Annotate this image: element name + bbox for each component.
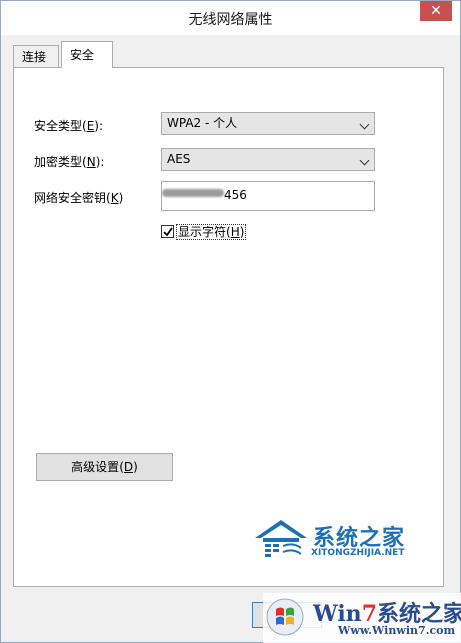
title-bar[interactable]: 无线网络属性 ✕ [1,1,460,35]
dialog-window: 无线网络属性 ✕ 连接 安全 安全类型(E): WPA2 - 个人 加密类型(N… [0,0,461,643]
network-key-input[interactable]: 456 [161,181,375,211]
close-button[interactable]: ✕ [420,1,452,21]
security-panel: 安全类型(E): WPA2 - 个人 加密类型(N): AES 网络安全密钥(K… [13,67,444,587]
windows-logo-icon [266,598,304,636]
network-key-label: 网络安全密钥(K) [34,191,124,205]
close-icon: ✕ [430,3,442,19]
encryption-type-dropdown[interactable]: AES [161,148,375,171]
network-key-value: 456 [224,188,247,202]
window-title: 无线网络属性 [188,12,273,28]
show-chars-checkbox[interactable] [161,225,174,238]
house-logo-icon [255,520,307,557]
win7-url: Www.Winwin7.com [338,624,456,637]
show-chars-label[interactable]: 显示字符(H) [176,224,247,240]
security-type-dropdown[interactable]: WPA2 - 个人 [161,112,375,135]
winwin7-watermark: Win7系统之家 Www.Winwin7.com [263,593,461,643]
chevron-down-icon [359,155,370,166]
security-type-label: 安全类型(E): [34,119,104,133]
tab-security[interactable]: 安全 [61,41,113,68]
checkmark-icon [163,227,173,237]
tab-connect[interactable]: 连接 [13,45,59,67]
advanced-settings-button[interactable]: 高级设置(D) [36,453,173,481]
xitongzhijia-watermark: 系统之家 XITONGZHIJIA.NET [251,516,431,576]
security-type-value: WPA2 - 个人 [167,116,238,130]
chevron-down-icon [359,119,370,130]
encryption-type-value: AES [167,152,191,166]
redaction-mask [162,189,224,197]
encryption-type-label: 加密类型(N): [34,155,105,169]
xitong-url: XITONGZHIJIA.NET [311,548,405,558]
